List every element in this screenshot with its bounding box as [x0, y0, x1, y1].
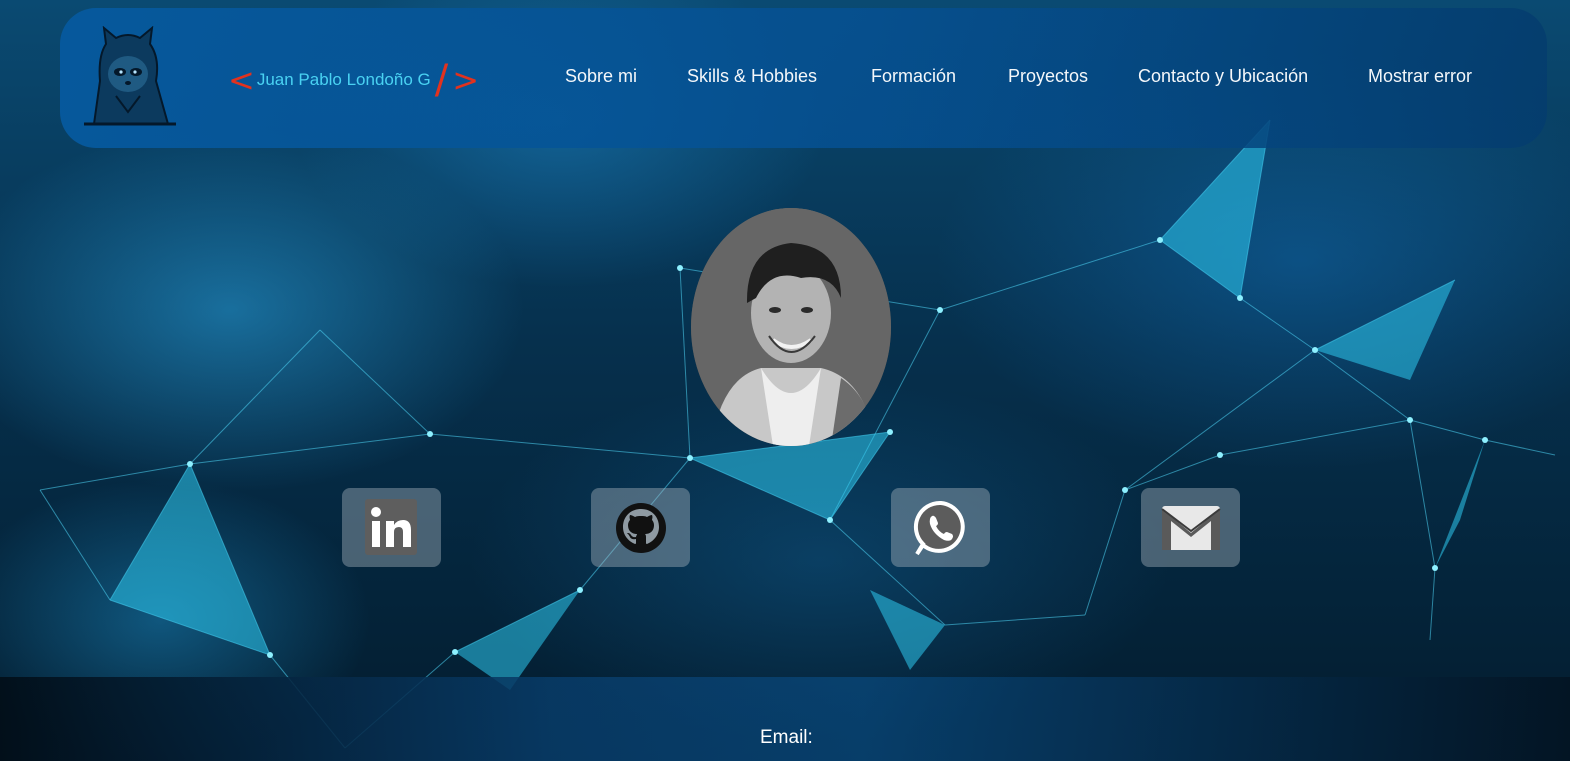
nav-formacion[interactable]: Formación	[871, 66, 956, 87]
profile-photo	[691, 208, 891, 446]
mail-icon	[1160, 505, 1221, 550]
brand-open-bracket: <	[228, 61, 255, 99]
profile-photo-icon	[691, 208, 891, 446]
github-button[interactable]	[591, 488, 690, 567]
nav-sobre-mi[interactable]: Sobre mi	[565, 66, 637, 87]
whatsapp-button[interactable]	[891, 488, 990, 567]
brand-name: Juan Pablo Londoño G	[256, 70, 431, 89]
linkedin-button[interactable]	[342, 488, 441, 567]
email-label: Email:	[760, 727, 813, 748]
navbar: < Juan Pablo Londoño G / > Sobre mi Skil…	[60, 8, 1547, 148]
nav-skills-hobbies[interactable]: Skills & Hobbies	[687, 66, 817, 87]
brand-title[interactable]: < Juan Pablo Londoño G / >	[228, 60, 479, 100]
nav-proyectos[interactable]: Proyectos	[1008, 66, 1088, 87]
hooded-raccoon-logo[interactable]	[76, 25, 180, 126]
brand-close-bracket: >	[452, 61, 480, 99]
github-icon	[615, 502, 666, 553]
logo-icon	[84, 25, 176, 126]
whatsapp-icon	[913, 500, 965, 555]
gmail-button[interactable]	[1141, 488, 1240, 567]
footer: Email:	[0, 677, 1570, 761]
brand-slash: /	[434, 57, 449, 103]
nav-contacto-ubicacion[interactable]: Contacto y Ubicación	[1138, 66, 1308, 87]
linkedin-icon	[364, 498, 417, 555]
nav-mostrar-error[interactable]: Mostrar error	[1368, 66, 1472, 87]
